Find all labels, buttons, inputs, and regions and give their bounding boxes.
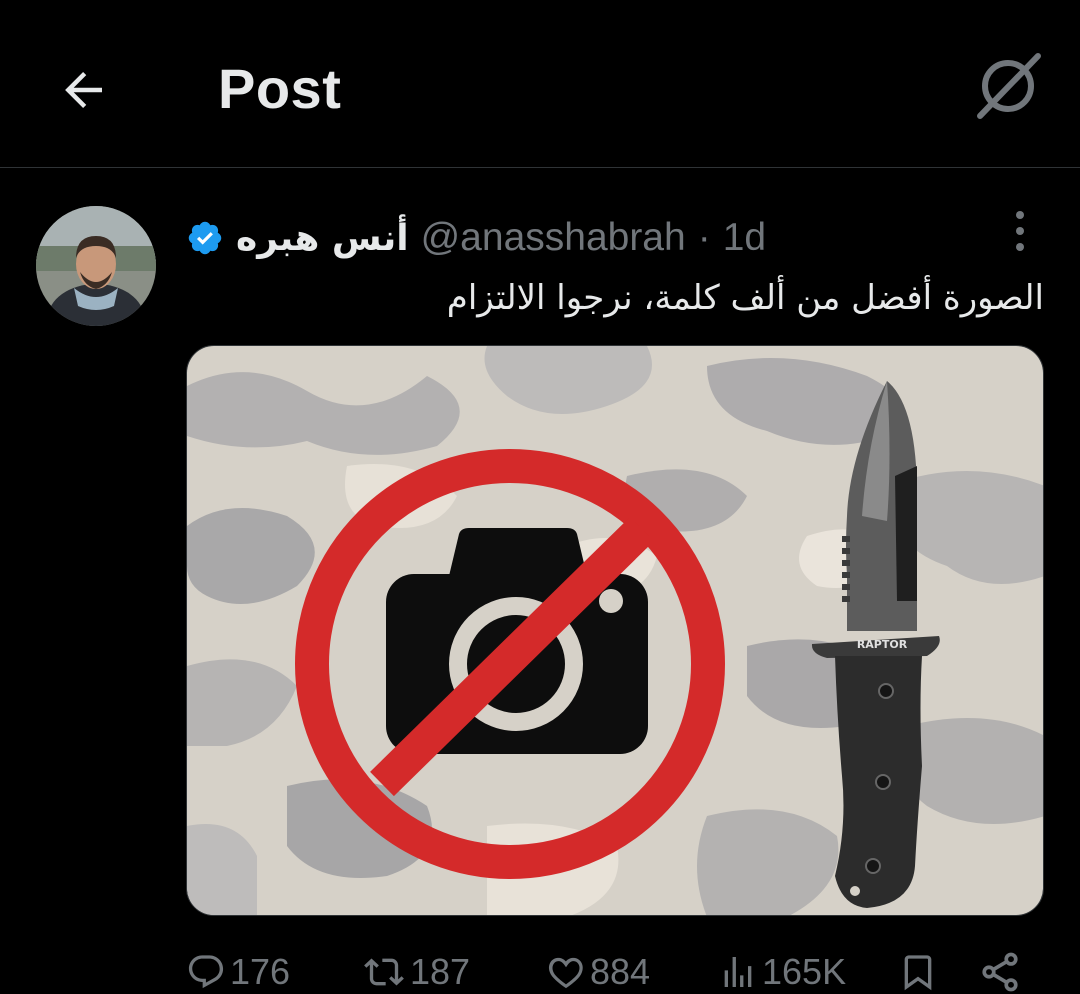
more-options-button[interactable] [1000, 206, 1040, 256]
like-count: 884 [590, 951, 651, 992]
views-chart-icon [724, 957, 752, 987]
post-actions-bar: 176 187 884 165K [186, 944, 1046, 994]
verified-badge-icon [186, 219, 224, 257]
more-dot-icon [1016, 243, 1024, 251]
reply-button[interactable]: 176 [186, 944, 290, 994]
more-dot-icon [1016, 227, 1024, 235]
top-bar: Post [0, 0, 1080, 168]
meta-separator: · [697, 216, 711, 259]
author-row: أنس هبره @anasshabrah · 1d [186, 210, 1016, 266]
post-timestamp[interactable]: 1d [723, 216, 766, 260]
views-button[interactable]: 165K [718, 944, 846, 994]
author-avatar[interactable] [36, 206, 156, 326]
app-root: Post أنس هبره @anasshabrah · 1d الصورة أ… [0, 0, 1080, 994]
back-button[interactable] [44, 50, 124, 130]
knife-brand-label: RAPTOR [857, 638, 908, 651]
author-handle[interactable]: @anasshabrah [421, 216, 686, 260]
reply-count: 176 [230, 951, 291, 992]
post-media-image[interactable]: RAPTOR [186, 345, 1044, 916]
avatar-photo [36, 206, 156, 326]
heart-icon [548, 957, 583, 989]
share-button[interactable] [978, 944, 1022, 994]
bookmark-button[interactable] [898, 944, 938, 994]
grok-button[interactable] [968, 46, 1048, 126]
author-display-name[interactable]: أنس هبره [236, 218, 409, 259]
repost-count: 187 [410, 951, 471, 992]
media-illustration: RAPTOR [187, 346, 1043, 915]
bookmark-icon [904, 955, 932, 991]
page-title: Post [218, 57, 342, 120]
reply-icon [188, 955, 224, 989]
like-button[interactable]: 884 [546, 944, 650, 994]
more-dot-icon [1016, 211, 1024, 219]
grok-icon [977, 53, 1041, 119]
share-icon [982, 952, 1018, 992]
views-count: 165K [762, 951, 847, 992]
repost-icon [364, 958, 404, 986]
arrow-left-icon [65, 72, 102, 108]
repost-button[interactable]: 187 [362, 944, 470, 994]
post-text: الصورة أفضل من ألف كلمة، نرجوا الالتزام [446, 278, 1044, 318]
